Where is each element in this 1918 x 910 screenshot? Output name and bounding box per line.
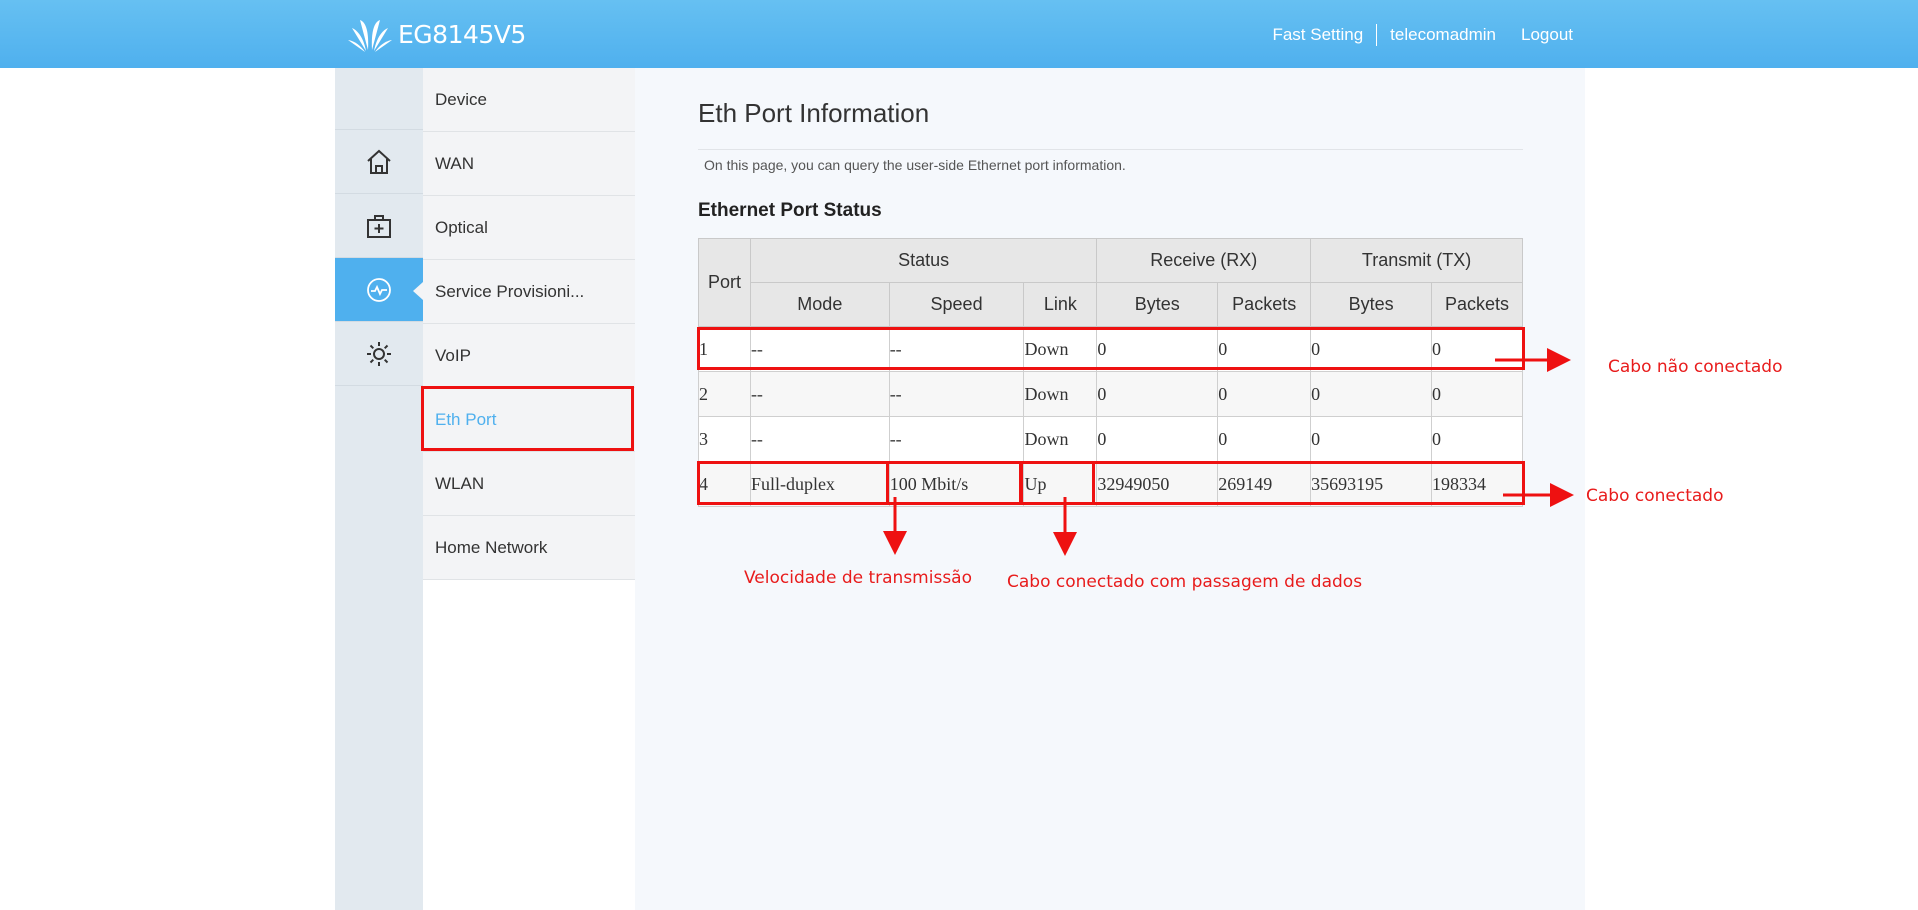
cell-rx-packets: 0 — [1217, 416, 1312, 462]
cell-link: Down — [1023, 416, 1098, 462]
home-nav-button[interactable] — [335, 130, 423, 194]
menu-item-voip[interactable]: VoIP — [423, 324, 635, 388]
cell-tx-bytes: 0 — [1310, 371, 1433, 417]
home-icon — [367, 149, 391, 174]
product-name: EG8145V5 — [398, 19, 526, 49]
header-tx-bytes: Bytes — [1310, 282, 1433, 327]
header-tx-packets: Packets — [1431, 282, 1523, 327]
status-monitor-icon — [367, 277, 391, 302]
menu-item-home-network[interactable]: Home Network — [423, 516, 635, 580]
header-mode: Mode — [749, 282, 890, 327]
cell-link: Down — [1023, 371, 1098, 417]
cell-speed: -- — [888, 371, 1025, 417]
header-port: Port — [698, 238, 751, 327]
title-divider — [698, 149, 1523, 150]
menu-item-service-provisioning[interactable]: Service Provisioni... — [423, 260, 635, 324]
brand-logo[interactable]: EG8145V5 — [346, 14, 526, 54]
annotation-box-row-1 — [697, 327, 1525, 370]
annotation-data-flow: Cabo conectado com passagem de dados — [1007, 572, 1363, 592]
logout-link[interactable]: Logout — [1521, 25, 1573, 45]
header-rx-packets: Packets — [1217, 282, 1312, 327]
menu-item-wan[interactable]: WAN — [423, 132, 635, 196]
huawei-logo-icon — [348, 20, 392, 52]
cell-speed: -- — [888, 416, 1025, 462]
page-description: On this page, you can query the user-sid… — [704, 157, 1126, 173]
header-transmit: Transmit (TX) — [1310, 238, 1523, 283]
gear-icon — [367, 341, 391, 366]
header-rx-bytes: Bytes — [1096, 282, 1219, 327]
section-title: Ethernet Port Status — [698, 200, 882, 221]
first-aid-kit-icon — [367, 214, 391, 238]
annotation-box-eth-port — [421, 386, 634, 451]
user-link[interactable]: telecomadmin — [1390, 25, 1496, 45]
cell-mode: -- — [749, 371, 890, 417]
settings-nav-button[interactable] — [335, 322, 423, 386]
cell-tx-bytes: 0 — [1310, 416, 1433, 462]
cell-rx-packets: 0 — [1217, 371, 1312, 417]
cell-tx-packets: 0 — [1431, 371, 1523, 417]
header-speed: Speed — [888, 282, 1025, 327]
menu-item-wlan[interactable]: WLAN — [423, 452, 635, 516]
annotation-box-speed — [886, 461, 1023, 505]
header-status: Status — [749, 238, 1098, 283]
cell-mode: -- — [749, 416, 890, 462]
cell-port: 3 — [698, 416, 751, 462]
annotation-not-connected: Cabo não conectado — [1608, 357, 1783, 377]
cell-rx-bytes: 0 — [1096, 371, 1219, 417]
icon-nav — [335, 68, 423, 910]
status-nav-button[interactable] — [335, 258, 423, 322]
cell-rx-bytes: 0 — [1096, 416, 1219, 462]
cell-port: 2 — [698, 371, 751, 417]
menu-item-device[interactable]: Device — [423, 68, 635, 132]
annotation-connected: Cabo conectado — [1586, 486, 1724, 506]
diagnose-nav-button[interactable] — [335, 194, 423, 258]
sub-menu: Device WAN Optical Service Provisioni...… — [423, 68, 635, 910]
header-receive: Receive (RX) — [1096, 238, 1312, 283]
fast-setting-link[interactable]: Fast Setting — [1272, 25, 1363, 45]
header-link: Link — [1023, 282, 1098, 327]
annotation-box-row-4 — [697, 461, 1525, 505]
header-links: Fast Setting telecomadmin Logout — [1272, 24, 1573, 46]
table-row: 2 -- -- Down 0 0 0 0 — [698, 371, 1523, 417]
header-divider — [1376, 24, 1378, 46]
annotation-speed: Velocidade de transmissão — [744, 568, 972, 588]
annotation-box-link-up — [1019, 461, 1095, 505]
page-title: Eth Port Information — [698, 98, 930, 128]
cell-tx-packets: 0 — [1431, 416, 1523, 462]
table-row: 3 -- -- Down 0 0 0 0 — [698, 416, 1523, 462]
top-header: EG8145V5 Fast Setting telecomadmin Logou… — [0, 0, 1918, 68]
menu-item-optical[interactable]: Optical — [423, 196, 635, 260]
